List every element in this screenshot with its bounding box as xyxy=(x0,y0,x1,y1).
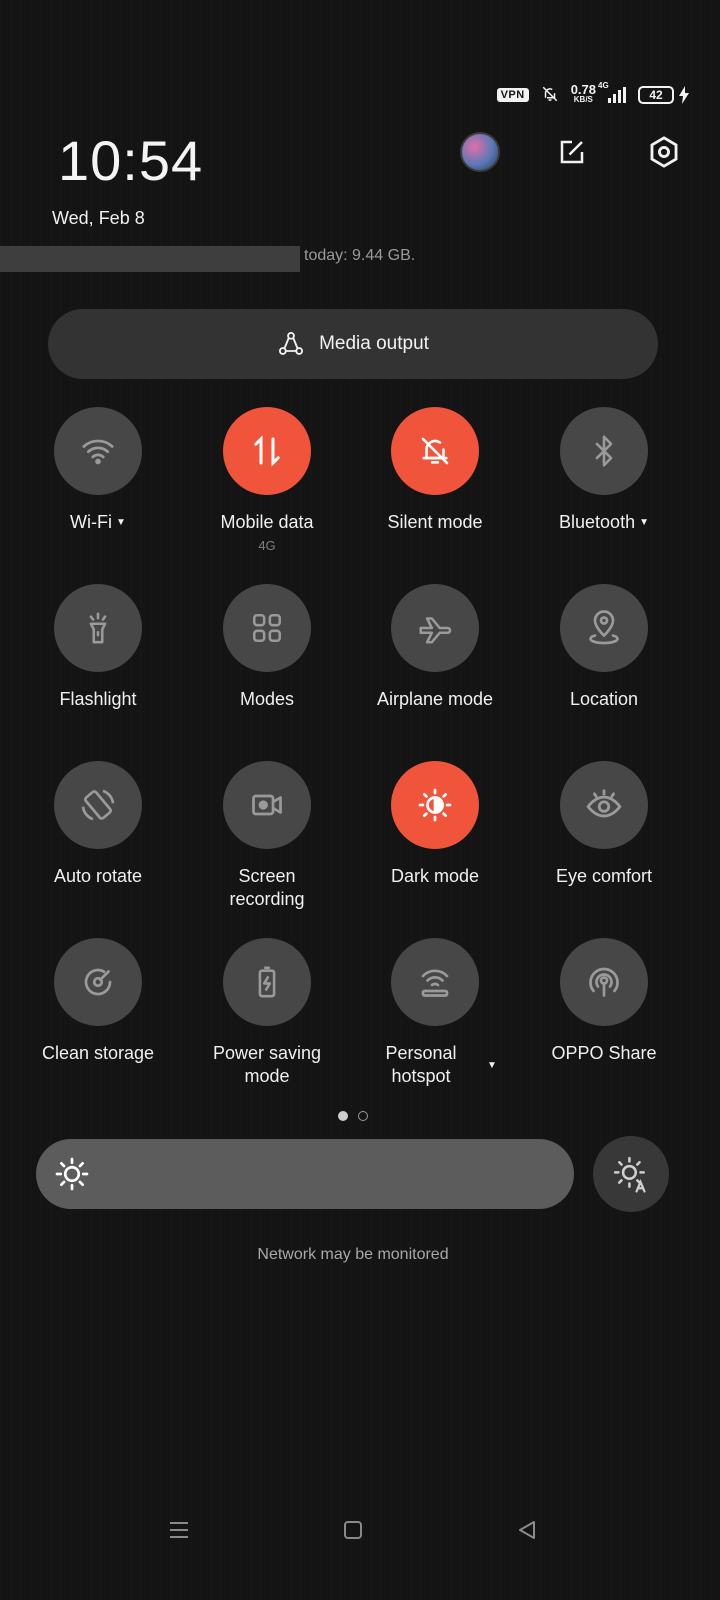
page-indicator xyxy=(338,1111,368,1121)
tile-bluetooth[interactable]: Bluetooth ▼ xyxy=(524,407,684,534)
status-bar: VPN 0.78 KB/S 4G 42 xyxy=(496,81,690,108)
battery-indicator: 42 xyxy=(638,86,690,104)
tile-bluetooth-label: Bluetooth xyxy=(559,512,636,532)
avatar[interactable] xyxy=(460,132,500,172)
tile-dark-mode-label: Dark mode xyxy=(390,866,480,886)
charging-icon xyxy=(679,86,689,104)
tile-oppo-share[interactable]: OPPO Share xyxy=(524,938,684,1065)
clock: 10:54 xyxy=(58,129,204,192)
media-output-button[interactable]: Media output xyxy=(48,309,658,379)
tile-silent-mode-label: Silent mode xyxy=(387,512,483,532)
chevron-down-icon[interactable]: ▼ xyxy=(639,511,649,534)
page-dot-active[interactable] xyxy=(338,1111,348,1121)
settings-icon[interactable] xyxy=(644,132,684,172)
auto-rotate-icon xyxy=(54,761,142,849)
tile-location-label: Location xyxy=(569,689,639,709)
navigation-bar xyxy=(0,1508,706,1552)
menu-icon[interactable] xyxy=(157,1508,201,1552)
tile-clean-storage-label: Clean storage xyxy=(41,1043,155,1063)
hotspot-icon xyxy=(391,938,479,1026)
tile-label: Wi-Fi ▼ xyxy=(70,511,126,534)
tile-flashlight-label: Flashlight xyxy=(59,689,137,709)
tile-power-saving-label: Power saving mode xyxy=(212,1043,322,1086)
tile-modes-label: Modes xyxy=(239,689,295,709)
tile-label: Personal hotspot ▼ xyxy=(373,1042,497,1088)
tile-flashlight[interactable]: Flashlight xyxy=(18,584,178,711)
network-monitored-note: Network may be monitored xyxy=(257,1246,449,1263)
tile-eye-comfort[interactable]: Eye comfort xyxy=(524,761,684,888)
tile-screen-recording[interactable]: Screen recording xyxy=(187,761,347,911)
chevron-down-icon[interactable]: ▼ xyxy=(487,1054,497,1077)
tile-personal-hotspot[interactable]: Personal hotspot ▼ xyxy=(355,938,515,1088)
tile-screen-recording-label: Screen recording xyxy=(229,866,305,909)
signal-icon: 4G xyxy=(598,81,626,103)
bell-off-icon xyxy=(541,85,559,106)
header-actions xyxy=(460,132,684,172)
tile-label: Bluetooth ▼ xyxy=(559,511,649,534)
date: Wed, Feb 8 xyxy=(52,208,145,228)
screen-record-icon xyxy=(223,761,311,849)
tile-airplane-mode-label: Airplane mode xyxy=(376,689,494,709)
tile-power-saving[interactable]: Power saving mode xyxy=(187,938,347,1088)
tile-clean-storage[interactable]: Clean storage xyxy=(18,938,178,1065)
network-type: 4G xyxy=(598,81,609,90)
airplane-icon xyxy=(391,584,479,672)
brightness-slider[interactable] xyxy=(36,1139,574,1209)
tile-mobile-data-sub: 4G xyxy=(258,538,276,553)
chevron-down-icon[interactable]: ▼ xyxy=(116,511,126,534)
vpn-badge: VPN xyxy=(496,88,529,102)
mobile-data-icon xyxy=(223,407,311,495)
modes-grid-icon xyxy=(223,584,311,672)
bluetooth-icon xyxy=(560,407,648,495)
tile-wifi-label: Wi-Fi xyxy=(70,512,113,532)
oppo-share-icon xyxy=(560,938,648,1026)
tile-personal-hotspot-label: Personal hotspot xyxy=(385,1043,457,1086)
home-icon[interactable] xyxy=(331,1508,375,1552)
battery-saver-icon xyxy=(223,938,311,1026)
flashlight-icon xyxy=(54,584,142,672)
media-output-icon xyxy=(279,331,304,355)
tile-dark-mode[interactable]: Dark mode xyxy=(355,761,515,888)
bell-off-icon xyxy=(391,407,479,495)
usage-text: today: 9.44 GB. xyxy=(304,247,416,264)
edit-icon[interactable] xyxy=(552,132,592,172)
back-icon[interactable] xyxy=(505,1508,549,1552)
usage-bar xyxy=(0,246,300,272)
tile-mobile-data-label: Mobile data xyxy=(220,512,314,532)
battery-level: 42 xyxy=(638,86,674,104)
tile-airplane-mode[interactable]: Airplane mode xyxy=(355,584,515,711)
tile-mobile-data[interactable]: Mobile data 4G xyxy=(187,407,347,553)
tile-auto-rotate-label: Auto rotate xyxy=(53,866,143,886)
tile-silent-mode[interactable]: Silent mode xyxy=(355,407,515,534)
speed-value: 0.78 xyxy=(570,82,596,97)
tile-auto-rotate[interactable]: Auto rotate xyxy=(18,761,178,888)
tile-wifi[interactable]: Wi-Fi ▼ xyxy=(18,407,178,534)
auto-brightness-button[interactable] xyxy=(593,1136,669,1212)
eye-icon xyxy=(560,761,648,849)
tile-eye-comfort-label: Eye comfort xyxy=(555,866,653,886)
auto-brightness-icon xyxy=(613,1156,646,1193)
wifi-icon xyxy=(54,407,142,495)
tile-location[interactable]: Location xyxy=(524,584,684,711)
network-speed: 0.78 KB/S xyxy=(570,82,596,105)
dark-mode-icon xyxy=(391,761,479,849)
sun-icon xyxy=(55,1157,89,1191)
page-dot[interactable] xyxy=(358,1111,368,1121)
media-output-label: Media output xyxy=(319,333,429,354)
location-icon xyxy=(560,584,648,672)
tile-oppo-share-label: OPPO Share xyxy=(551,1043,657,1063)
tile-modes[interactable]: Modes xyxy=(187,584,347,711)
speed-unit: KB/S xyxy=(573,95,593,104)
clean-storage-icon xyxy=(54,938,142,1026)
